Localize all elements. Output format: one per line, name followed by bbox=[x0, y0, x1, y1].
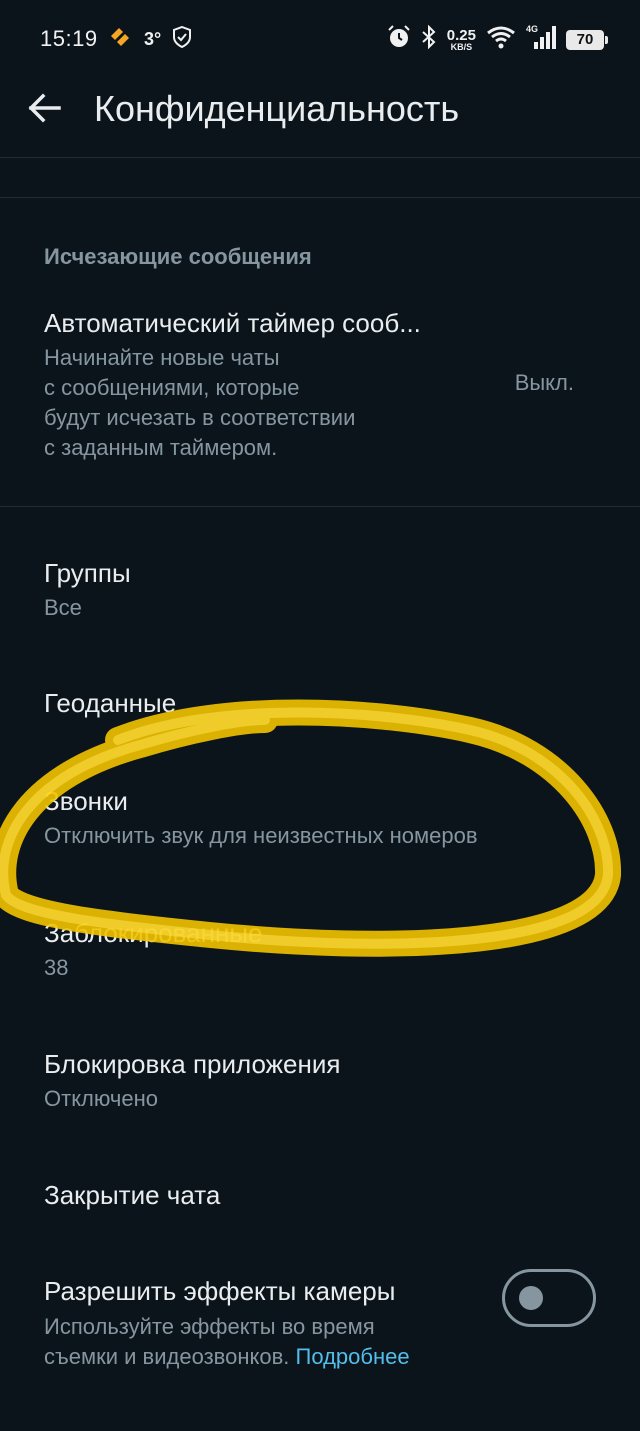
row-value: Отключено bbox=[44, 1086, 158, 1111]
row-value: 38 bbox=[44, 955, 69, 980]
row-value: Все bbox=[44, 595, 82, 620]
divider bbox=[0, 506, 640, 507]
row-description-line: Используйте эффекты во время bbox=[44, 1314, 375, 1339]
wifi-icon bbox=[486, 25, 516, 54]
chat-lock-row[interactable]: Закрытие чата bbox=[0, 1162, 640, 1232]
camera-effects-toggle[interactable] bbox=[502, 1269, 596, 1327]
status-bar: 15:19 3° 0.25 KB/S 4G 70 bbox=[0, 0, 640, 76]
row-description-line: съемки и видеозвонков. Подробнее bbox=[44, 1342, 410, 1372]
battery-icon: 70 bbox=[566, 29, 608, 50]
learn-more-link[interactable]: Подробнее bbox=[296, 1344, 410, 1369]
temperature-text: 3° bbox=[144, 29, 162, 49]
app-lock-row[interactable]: Блокировка приложения Отключено bbox=[0, 1031, 640, 1131]
row-title: Блокировка приложения bbox=[44, 1049, 341, 1079]
app-notification-icon bbox=[108, 26, 132, 53]
status-time: 15:19 bbox=[40, 26, 98, 51]
bluetooth-icon bbox=[421, 24, 437, 54]
description-text: съемки и видеозвонков. bbox=[44, 1344, 290, 1369]
toggle-knob bbox=[519, 1286, 543, 1310]
row-title: Разрешить эффекты камеры bbox=[44, 1276, 396, 1306]
app-bar: Конфиденциальность bbox=[0, 76, 640, 156]
page-title: Конфиденциальность bbox=[94, 88, 460, 129]
row-description-line: с сообщениями, которые bbox=[44, 375, 300, 400]
net-speed: 0.25 KB/S bbox=[446, 26, 476, 52]
location-row[interactable]: Геоданные bbox=[0, 670, 640, 740]
groups-row[interactable]: Группы Все bbox=[0, 540, 640, 640]
timer-value: Выкл. bbox=[514, 370, 574, 395]
back-button[interactable] bbox=[20, 86, 68, 134]
row-value: Отключить звук для неизвестных номеров bbox=[44, 823, 478, 848]
row-title: Закрытие чата bbox=[44, 1180, 221, 1210]
svg-text:4G: 4G bbox=[526, 24, 538, 34]
divider bbox=[0, 157, 640, 158]
row-description-line: будут исчезать в соответствии bbox=[44, 405, 356, 430]
shield-icon bbox=[173, 25, 192, 53]
calls-row[interactable]: Звонки Отключить звук для неизвестных но… bbox=[0, 768, 640, 868]
disappearing-timer-row[interactable]: Автоматический таймер сооб... Начинайте … bbox=[0, 290, 640, 490]
blocked-row[interactable]: Заблокированные 38 bbox=[0, 900, 640, 1000]
privacy-settings-screen: 15:19 3° 0.25 KB/S 4G 70 Конфиденциально… bbox=[0, 0, 640, 1431]
row-title: Геоданные bbox=[44, 688, 177, 718]
row-title: Заблокированные bbox=[44, 918, 263, 948]
row-title: Звонки bbox=[44, 786, 128, 816]
divider bbox=[0, 197, 640, 198]
alarm-icon bbox=[387, 25, 411, 54]
row-title: Автоматический таймер сооб... bbox=[44, 308, 421, 338]
status-right-icons: 0.25 KB/S 4G 70 bbox=[387, 24, 608, 55]
signal-icon: 4G bbox=[526, 24, 556, 55]
section-header-disappearing: Исчезающие сообщения bbox=[44, 244, 312, 269]
row-title: Группы bbox=[44, 558, 131, 588]
row-description-line: с заданным таймером. bbox=[44, 435, 278, 460]
arrow-left-icon bbox=[27, 93, 61, 128]
row-description-line: Начинайте новые чаты bbox=[44, 345, 280, 370]
status-left-icons: 3° bbox=[108, 25, 192, 53]
